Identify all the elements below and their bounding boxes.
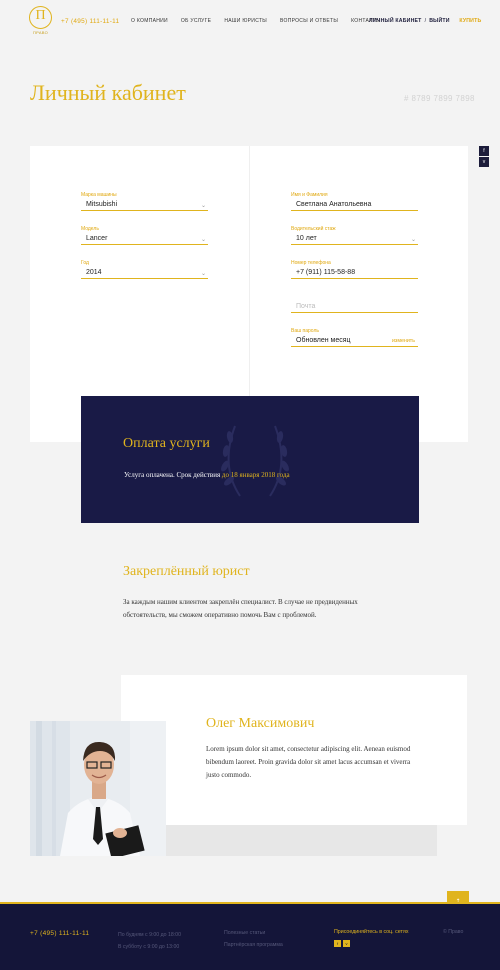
email-label xyxy=(291,294,418,301)
full-name-field[interactable]: Имя и Фамилия Светлана Анатольевна xyxy=(291,192,418,211)
email-field[interactable]: Почта xyxy=(291,294,418,313)
car-year-field[interactable]: Год 2014 ⌄ xyxy=(81,260,208,279)
facebook-icon[interactable]: f xyxy=(334,940,341,947)
assigned-lawyer-description: За каждым нашим клиентом закреплён специ… xyxy=(123,598,358,619)
logo-caption: ПРАВО xyxy=(32,30,49,35)
side-social: f v xyxy=(479,146,489,168)
car-make-select[interactable]: Mitsubishi ⌄ xyxy=(81,199,208,211)
nav-item-service[interactable]: Об услуге xyxy=(181,18,211,24)
lawyer-photo xyxy=(30,721,166,856)
header-phone[interactable]: +7 (495) 111-11-11 xyxy=(61,18,119,25)
account-number: # 8789 7899 7898 xyxy=(404,94,475,103)
lawyer-bio: Lorem ipsum dolor sit amet, consectetur … xyxy=(206,745,411,779)
chevron-down-icon: ⌄ xyxy=(200,237,206,243)
wreath-icon xyxy=(221,425,289,497)
footer-schedule: По будням с 9:00 до 18:00 В субботу с 9:… xyxy=(118,929,181,953)
car-make-value: Mitsubishi xyxy=(86,201,118,208)
footer-copyright: © Право xyxy=(443,929,464,935)
vk-icon[interactable]: v xyxy=(343,940,350,947)
car-model-select[interactable]: Lancer ⌄ xyxy=(81,233,208,245)
full-name-input[interactable]: Светлана Анатольевна xyxy=(291,199,418,211)
payment-status-text: Услуга оплачена. Срок действия xyxy=(124,471,222,479)
email-input[interactable]: Почта xyxy=(291,301,418,313)
logo-letter: П xyxy=(35,8,46,23)
facebook-icon[interactable]: f xyxy=(479,146,489,156)
lawyer-portrait-image xyxy=(30,721,166,856)
car-make-field[interactable]: Марка машины Mitsubishi ⌄ xyxy=(81,192,208,211)
phone-field[interactable]: Номер телефона +7 (911) 115-58-88 xyxy=(291,260,418,279)
phone-label: Номер телефона xyxy=(291,260,331,266)
phone-input[interactable]: +7 (911) 115-58-88 xyxy=(291,267,418,279)
footer-phone[interactable]: +7 (495) 111-11-11 xyxy=(30,930,89,937)
password-value: Обновлен месяц xyxy=(296,337,351,344)
chevron-down-icon: ⌄ xyxy=(200,271,206,277)
payment-status: Услуга оплачена. Срок действия до 18 янв… xyxy=(124,471,290,479)
site-header: П ПРАВО +7 (495) 111-11-11 О компании Об… xyxy=(0,0,500,45)
nav-item-company[interactable]: О компании xyxy=(131,18,168,24)
car-make-label: Марка машины xyxy=(81,192,117,198)
page-title: Личный кабинет xyxy=(30,80,186,105)
car-model-label: Модель xyxy=(81,226,99,232)
chevron-down-icon: ⌄ xyxy=(200,203,206,209)
account-link[interactable]: Личный кабинет xyxy=(369,18,422,24)
schedule-saturday: В субботу с 9:00 до 13:00 xyxy=(118,944,180,950)
password-status: Обновлен месяц изменить xyxy=(291,335,418,347)
lawyer-name: Олег Максимович xyxy=(206,716,315,731)
payment-panel: Оплата услуги Услуга оплачена. Срок дейс… xyxy=(81,396,419,523)
car-year-value: 2014 xyxy=(86,269,102,276)
password-label: Ваш пароль xyxy=(291,328,319,334)
footer-link-partners[interactable]: Партнёрская программа xyxy=(224,939,283,951)
assigned-lawyer-title: Закреплённый юрист xyxy=(123,564,250,579)
footer-links: Полезные статьи Партнёрская программа xyxy=(224,927,283,951)
footer-join-social: Присоединяйтесь в соц. сетях xyxy=(334,929,409,935)
footer-social-icons: f v xyxy=(334,940,350,947)
account-separator: / xyxy=(424,18,427,24)
site-footer: +7 (495) 111-11-11 По будням с 9:00 до 1… xyxy=(0,902,500,970)
car-model-value: Lancer xyxy=(86,235,108,242)
nav-item-lawyers[interactable]: Наши юристы xyxy=(224,18,267,24)
nav-item-faq[interactable]: Вопросы и ответы xyxy=(280,18,338,24)
driving-experience-field[interactable]: Водительский стаж 10 лет ⌄ xyxy=(291,226,418,245)
driving-experience-select[interactable]: 10 лет ⌄ xyxy=(291,233,418,245)
car-year-select[interactable]: 2014 ⌄ xyxy=(81,267,208,279)
logo[interactable]: П ПРАВО xyxy=(29,6,52,36)
vk-icon[interactable]: v xyxy=(479,157,489,167)
chevron-down-icon: ⌄ xyxy=(410,237,416,243)
password-field[interactable]: Ваш пароль Обновлен месяц изменить xyxy=(291,328,418,347)
main-nav: О компании Об услуге Наши юристы Вопросы… xyxy=(131,18,380,24)
full-name-label: Имя и Фамилия xyxy=(291,192,328,198)
payment-title: Оплата услуги xyxy=(123,436,210,451)
driving-experience-value: 10 лет xyxy=(296,235,317,242)
schedule-weekdays: По будням с 9:00 до 18:00 xyxy=(118,932,181,938)
car-model-field[interactable]: Модель Lancer ⌄ xyxy=(81,226,208,245)
driving-experience-label: Водительский стаж xyxy=(291,226,336,232)
buy-link[interactable]: Купить xyxy=(459,18,481,24)
footer-link-articles[interactable]: Полезные статьи xyxy=(224,927,283,939)
change-password-link[interactable]: изменить xyxy=(392,335,415,347)
car-year-label: Год xyxy=(81,260,89,266)
account-links: Личный кабинет / Выйти Купить xyxy=(369,18,481,24)
logout-link[interactable]: Выйти xyxy=(429,18,449,24)
payment-expiry: до 18 января 2018 года xyxy=(221,471,290,479)
